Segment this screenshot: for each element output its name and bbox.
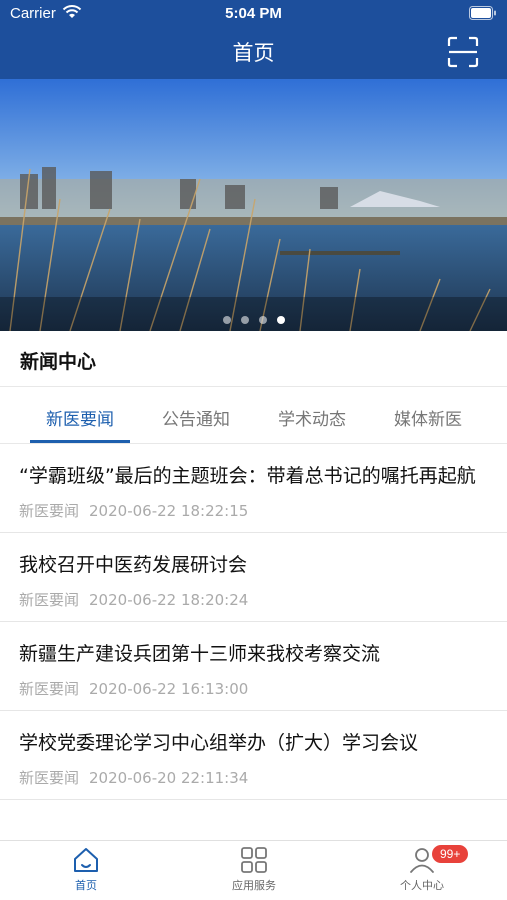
news-list: “学霸班级”最后的主题班会：带着总书记的嘱托再起航 新医要闻 2020-06-22… [0, 444, 507, 800]
news-item[interactable]: “学霸班级”最后的主题班会：带着总书记的嘱托再起航 新医要闻 2020-06-22… [0, 444, 507, 533]
news-date: 2020-06-20 22:11:34 [89, 769, 249, 787]
status-bar: Carrier 5:04 PM [0, 0, 507, 28]
battery-icon [469, 6, 497, 24]
news-category: 新医要闻 [19, 769, 80, 787]
tabbar-apps-label: 应用服务 [232, 879, 276, 892]
banner-carousel[interactable] [0, 79, 507, 331]
tab-notices[interactable]: 公告通知 [141, 405, 251, 430]
news-date: 2020-06-22 16:13:00 [89, 680, 249, 698]
news-title: “学霸班级”最后的主题班会：带着总书记的嘱托再起航 [19, 465, 476, 487]
news-title: 学校党委理论学习中心组举办（扩大）学习会议 [19, 732, 419, 754]
scan-button[interactable] [447, 36, 479, 68]
news-title: 我校召开中医药发展研讨会 [19, 554, 248, 576]
app-header: Carrier 5:04 PM 首页 [0, 0, 507, 79]
carousel-indicator[interactable] [0, 309, 507, 328]
page-title: 首页 [232, 41, 275, 65]
tabbar-apps[interactable]: 应用服务 [194, 845, 314, 893]
news-item[interactable]: 我校召开中医药发展研讨会 新医要闻 2020-06-22 18:20:24 [0, 533, 507, 622]
news-meta: 新医要闻 2020-06-20 22:11:34 [19, 767, 491, 789]
tab-academic[interactable]: 学术动态 [257, 405, 367, 430]
news-item[interactable]: 学校党委理论学习中心组举办（扩大）学习会议 新医要闻 2020-06-20 22:… [0, 711, 507, 800]
news-date: 2020-06-22 18:22:15 [89, 502, 249, 520]
news-category: 新医要闻 [19, 502, 80, 520]
home-icon [74, 848, 98, 872]
news-meta: 新医要闻 2020-06-22 18:22:15 [19, 500, 491, 522]
tab-media[interactable]: 媒体新医 [373, 405, 483, 430]
bottom-tab-bar: 首页 应用服务 99+ 个人中心 [0, 840, 507, 900]
tabbar-profile-label: 个人中心 [400, 879, 444, 892]
banner-image [0, 79, 507, 331]
tab-news[interactable]: 新医要闻 [25, 405, 135, 430]
carousel-dot-active[interactable] [276, 316, 285, 324]
news-category: 新医要闻 [19, 591, 80, 609]
status-time: 5:04 PM [225, 5, 282, 22]
tabbar-home[interactable]: 首页 [26, 845, 146, 893]
scan-icon [447, 36, 479, 68]
carousel-dot[interactable] [258, 316, 267, 324]
carousel-dot[interactable] [222, 316, 231, 324]
news-tabs: 新医要闻 公告通知 学术动态 媒体新医 [0, 387, 507, 443]
news-date: 2020-06-22 18:20:24 [89, 591, 249, 609]
carousel-dot[interactable] [240, 316, 249, 324]
news-item[interactable]: 新疆生产建设兵团第十三师来我校考察交流 新医要闻 2020-06-22 16:13… [0, 622, 507, 711]
section-title: 新闻中心 [20, 351, 97, 373]
news-meta: 新医要闻 2020-06-22 18:20:24 [19, 589, 491, 611]
news-title: 新疆生产建设兵团第十三师来我校考察交流 [19, 643, 381, 665]
tabbar-profile[interactable]: 99+ 个人中心 [362, 843, 482, 893]
news-category: 新医要闻 [19, 680, 80, 698]
grid-icon [241, 847, 267, 873]
news-meta: 新医要闻 2020-06-22 16:13:00 [19, 678, 491, 700]
tabbar-home-label: 首页 [75, 879, 97, 892]
notification-badge: 99+ [430, 843, 471, 865]
